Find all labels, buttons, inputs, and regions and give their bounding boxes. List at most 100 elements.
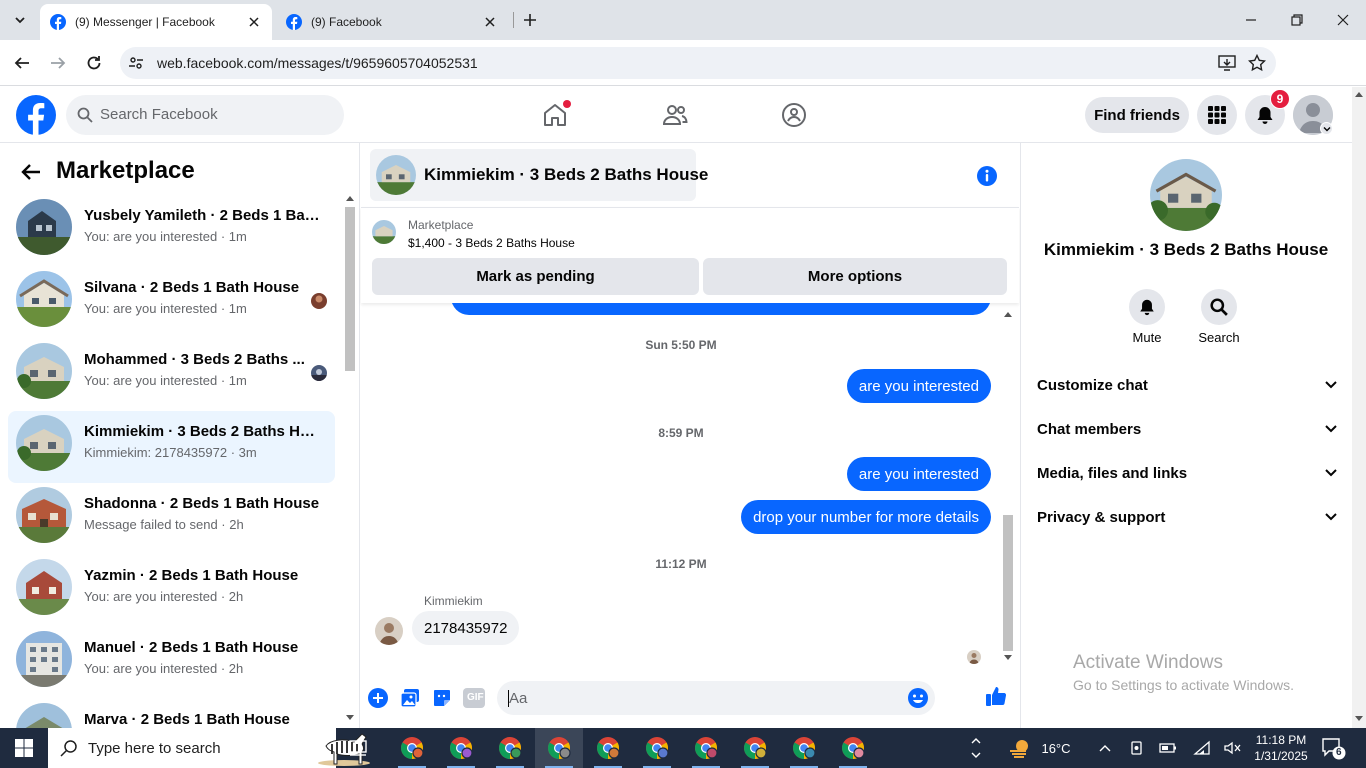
mute-action[interactable]: Mute [1117, 289, 1177, 345]
task-view-icon[interactable] [348, 738, 368, 758]
conversation-preview: You: are you interested · 1m [84, 301, 247, 316]
conversation-item[interactable]: Mohammed · 3 Beds 2 Baths ... You: are y… [8, 339, 335, 411]
conversation-item[interactable]: Yusbely Yamileth · 2 Beds 1 Bath... You:… [8, 195, 335, 267]
find-friends-button[interactable]: Find friends [1085, 97, 1189, 133]
chat-panel: Kimmiekim · 3 Beds 2 Baths House Marketp… [361, 143, 1019, 728]
menu-grid-icon[interactable] [1197, 95, 1237, 135]
chevron-down-icon [1325, 425, 1337, 433]
facebook-logo-icon[interactable] [16, 95, 56, 135]
chat-members-row[interactable]: Chat members [1037, 417, 1337, 441]
clock-date: 1/31/2025 [1254, 749, 1308, 763]
gif-icon[interactable]: GIF [463, 687, 485, 709]
message-input[interactable]: Aa [497, 681, 935, 715]
search-label: Search [1198, 330, 1240, 345]
back-arrow-icon[interactable] [10, 51, 34, 75]
message-bubble-incoming[interactable]: 2178435972 [412, 611, 520, 645]
scrollbar-thumb[interactable] [345, 207, 355, 371]
search-icon [60, 740, 77, 757]
minimize-window-icon[interactable] [1228, 0, 1274, 40]
bell-icon[interactable] [1129, 289, 1165, 325]
message-composer: GIF Aa [361, 677, 1019, 728]
message-bubble-outgoing[interactable]: drop your number for more details [741, 500, 991, 534]
page-scrollbar[interactable] [1352, 87, 1366, 728]
emoji-icon[interactable] [907, 687, 929, 709]
notification-center-icon[interactable]: 6 [1320, 736, 1346, 760]
close-tab-icon[interactable] [482, 14, 498, 30]
browser-tab-messenger[interactable]: (9) Messenger | Facebook [40, 4, 272, 40]
taskbar-chrome-icon[interactable] [829, 728, 877, 768]
conversation-preview: You: are you interested · 1m [84, 373, 247, 388]
conversation-item-selected[interactable]: Kimmiekim · 3 Beds 2 Baths Ho... Kimmiek… [8, 411, 335, 483]
windows-start-icon[interactable] [0, 728, 48, 768]
volume-muted-icon[interactable] [1221, 728, 1243, 768]
forward-arrow-icon[interactable] [46, 51, 70, 75]
more-options-button[interactable]: More options [703, 258, 1007, 295]
photo-gallery-icon[interactable] [399, 687, 421, 709]
back-arrow-icon[interactable] [20, 161, 42, 183]
chat-title: Kimmiekim · 3 Beds 2 Baths House [424, 165, 709, 184]
message-bubble-outgoing[interactable]: are you interested [846, 369, 991, 403]
taskbar-search-box[interactable]: Type here to search [48, 728, 370, 768]
thumbs-up-icon[interactable] [985, 685, 1007, 707]
taskbar-chrome-icon[interactable] [731, 728, 779, 768]
friends-icon[interactable] [659, 99, 691, 131]
restore-window-icon[interactable] [1274, 0, 1320, 40]
timestamp: 8:59 PM [658, 426, 704, 440]
taskbar-chrome-icon[interactable] [437, 728, 485, 768]
conversation-list-scrollbar[interactable] [343, 191, 357, 728]
mark-as-pending-button[interactable]: Mark as pending [372, 258, 699, 295]
conversation-item[interactable]: Marva · 2 Beds 1 Bath House [8, 699, 335, 728]
account-chevron-icon[interactable] [1320, 122, 1333, 135]
address-bar[interactable]: web.facebook.com/messages/t/965960570405… [120, 47, 1276, 79]
scrollbar-thumb[interactable] [1003, 515, 1013, 651]
marketplace-label: Marketplace [408, 218, 474, 232]
conversation-item[interactable]: Manuel · 2 Beds 1 Bath House You: are yo… [8, 627, 335, 699]
show-hidden-icons-chevron-icon[interactable] [1094, 728, 1116, 768]
customize-chat-row[interactable]: Customize chat [1037, 373, 1337, 397]
taskbar-chrome-icon[interactable] [682, 728, 730, 768]
taskbar-chrome-icon[interactable] [388, 728, 436, 768]
conversation-item[interactable]: Yazmin · 2 Beds 1 Bath House You: are yo… [8, 555, 335, 627]
taskbar-chrome-icon[interactable] [584, 728, 632, 768]
add-plus-circle-icon[interactable] [367, 687, 389, 709]
media-files-links-row[interactable]: Media, files and links [1037, 461, 1337, 485]
info-icon[interactable] [976, 165, 998, 187]
taskbar-search-placeholder: Type here to search [88, 739, 221, 757]
site-settings-icon[interactable] [128, 55, 144, 71]
taskbar-chrome-icon[interactable] [780, 728, 828, 768]
section-label: Privacy & support [1037, 508, 1166, 526]
new-tab-plus-icon[interactable] [520, 10, 540, 30]
chat-header[interactable]: Kimmiekim · 3 Beds 2 Baths House [370, 149, 708, 201]
taskbar-overflow-scroller[interactable] [968, 728, 984, 768]
battery-icon[interactable] [1157, 728, 1179, 768]
search-icon[interactable] [1201, 289, 1237, 325]
conversation-name: Manuel · 2 Beds 1 Bath House [84, 639, 299, 656]
wifi-icon[interactable] [1191, 728, 1213, 768]
browser-tab-facebook[interactable]: (9) Facebook [276, 4, 508, 40]
taskbar-chrome-icon[interactable] [633, 728, 681, 768]
bookmark-star-icon[interactable] [1248, 54, 1266, 72]
sticker-icon[interactable] [431, 687, 453, 709]
install-app-icon[interactable] [1218, 54, 1236, 72]
facebook-search-box[interactable]: Search Facebook [66, 95, 344, 135]
weather-temperature[interactable]: 16°C [1036, 728, 1076, 768]
meet-now-icon[interactable] [1126, 728, 1148, 768]
conversation-item[interactable]: Silvana · 2 Beds 1 Bath House You: are y… [8, 267, 335, 339]
close-window-icon[interactable] [1320, 0, 1366, 40]
search-action[interactable]: Search [1189, 289, 1249, 345]
groups-icon[interactable] [778, 99, 810, 131]
reload-icon[interactable] [82, 51, 106, 75]
conversation-item[interactable]: Shadonna · 2 Beds 1 Bath House Message f… [8, 483, 335, 555]
tab-search-chevron-icon[interactable] [8, 8, 32, 32]
seen-avatar [311, 293, 327, 309]
taskbar-chrome-icon[interactable] [486, 728, 534, 768]
taskbar-chrome-icon-active[interactable] [535, 728, 583, 768]
message-bubble-outgoing[interactable]: are you interested [846, 457, 991, 491]
system-clock[interactable]: 11:18 PM 1/31/2025 [1248, 732, 1314, 764]
privacy-support-row[interactable]: Privacy & support [1037, 505, 1337, 529]
page-title: Marketplace [56, 157, 195, 184]
conversation-name: Kimmiekim · 3 Beds 2 Baths Ho... [84, 423, 320, 440]
close-tab-icon[interactable] [246, 14, 262, 30]
message-thread-scrollbar[interactable] [1001, 303, 1015, 667]
weather-icon[interactable] [1006, 728, 1034, 768]
